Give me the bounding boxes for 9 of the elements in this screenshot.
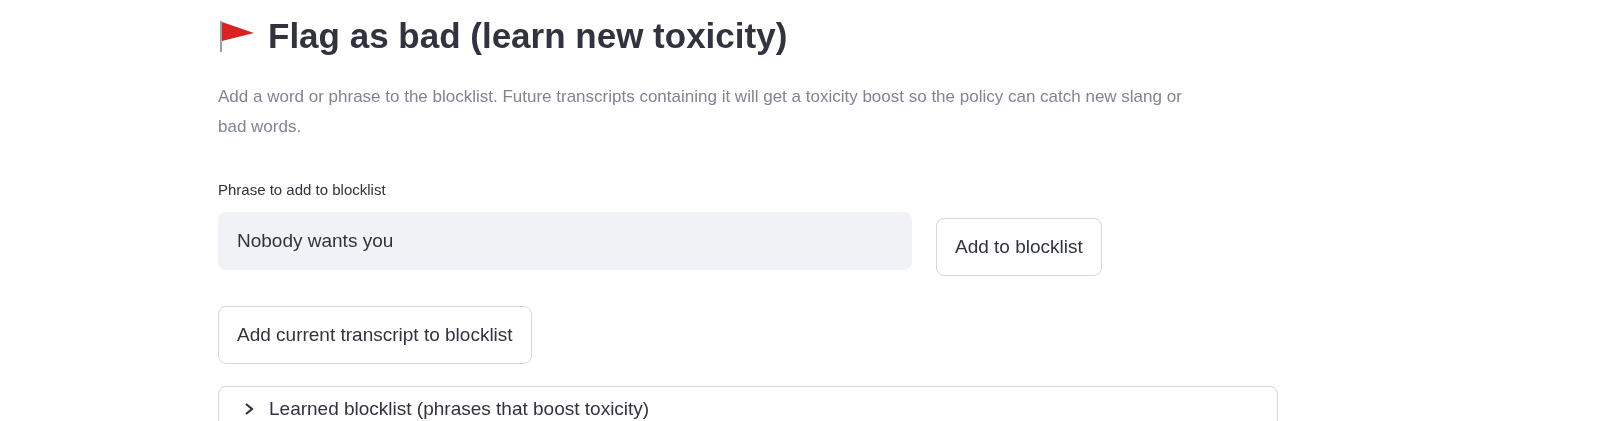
phrase-input-field[interactable]: Nobody wants you [218,212,912,270]
page-title: Flag as bad (learn new toxicity) [268,15,788,57]
flag-icon [218,19,256,53]
field-label: Phrase to add to blocklist [218,180,386,200]
blocklist-expander[interactable]: Learned blocklist (phrases that boost toxicity) [218,386,1278,421]
add-to-blocklist-button[interactable]: Add to blocklist [936,218,1102,276]
expander-label: Learned blocklist (phrases that boost toxicity) [269,397,650,421]
add-transcript-button[interactable]: Add current transcript to blocklist [218,306,532,364]
description-text: Add a word or phrase to the blocklist. Future transcripts containing it will get a toxicity boost so the policy can catch new slang or bad words. [218,86,1183,138]
